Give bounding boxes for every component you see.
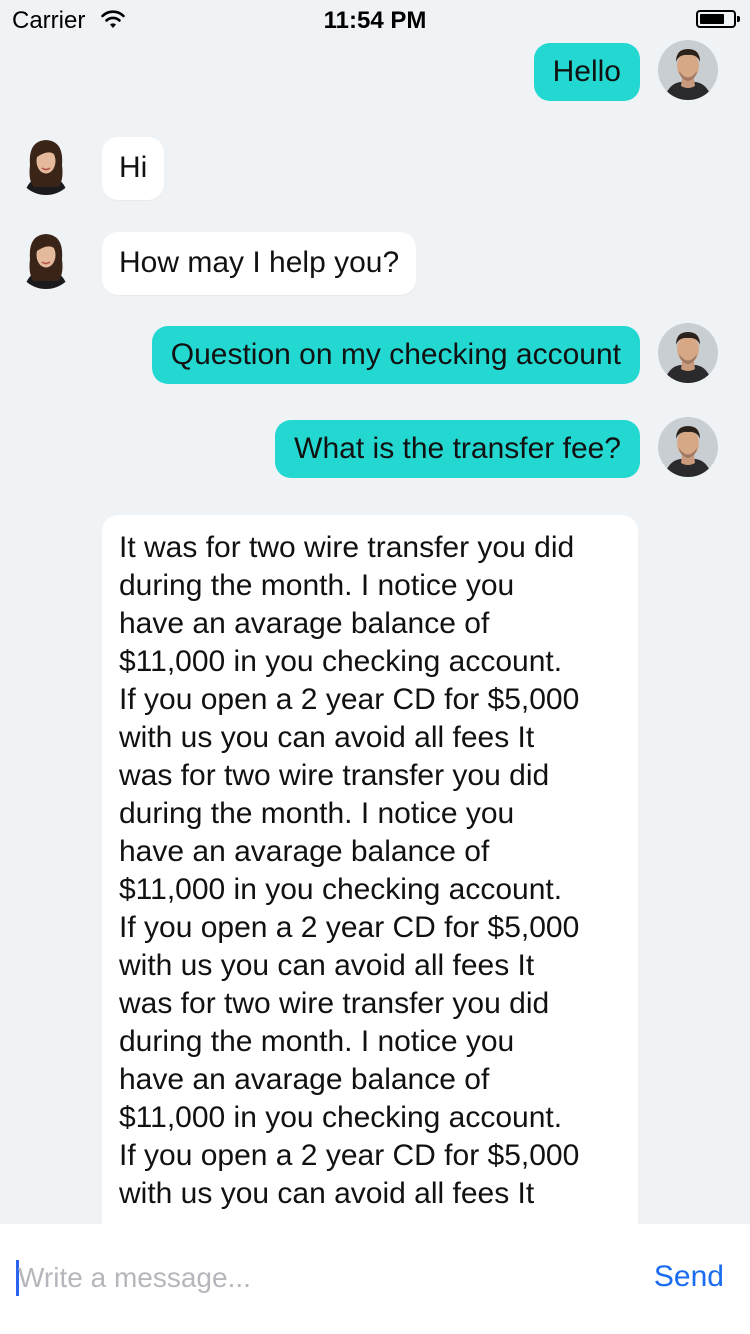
message-line: with us you can avoid all fees It xyxy=(119,1177,535,1210)
message-text: Question on my checking account xyxy=(170,338,621,371)
message-row: It was for two wire transfer you did duri… xyxy=(0,515,750,1224)
message-line: It was for two wire transfer you did xyxy=(119,531,575,564)
message-line: If you open a 2 year CD for $5,000 xyxy=(119,911,580,944)
message-line: If you open a 2 year CD for $5,000 xyxy=(119,683,580,716)
outgoing-message-bubble[interactable]: Question on my checking account xyxy=(151,326,640,384)
message-composer: Send xyxy=(0,1224,750,1334)
message-line: was for two wire transfer you did xyxy=(119,987,550,1020)
incoming-message-bubble[interactable]: How may I help you? xyxy=(102,232,417,295)
message-text: It was for two wire transfer you did duri… xyxy=(119,529,621,1213)
battery-icon xyxy=(696,10,740,28)
message-list[interactable]: Hello Hi How may I help you? Question on… xyxy=(0,40,750,1224)
send-button[interactable]: Send xyxy=(654,1260,724,1294)
agent-avatar[interactable] xyxy=(16,135,76,195)
user-avatar[interactable] xyxy=(658,40,718,100)
incoming-message-bubble[interactable]: Hi xyxy=(102,137,165,200)
clock: 11:54 PM xyxy=(323,7,427,34)
message-input[interactable] xyxy=(18,1256,578,1300)
message-row: Hello xyxy=(0,40,750,110)
message-line: with us you can avoid all fees It xyxy=(119,721,535,754)
outgoing-message-bubble[interactable]: Hello xyxy=(533,43,640,101)
user-avatar[interactable] xyxy=(658,417,718,477)
agent-avatar[interactable] xyxy=(16,229,76,289)
message-line: with us you can avoid all fees It xyxy=(119,949,535,982)
message-line: during the month. I notice you xyxy=(119,797,515,830)
message-text: How may I help you? xyxy=(119,246,400,279)
message-line: If you open a 2 year CD for $5,000 xyxy=(119,1139,580,1172)
message-line: have an avarage balance of xyxy=(119,607,490,640)
message-text: Hello xyxy=(552,55,621,88)
message-text: What is the transfer fee? xyxy=(294,432,621,465)
message-row: Hi xyxy=(0,135,750,205)
message-row: What is the transfer fee? xyxy=(0,417,750,487)
message-line: during the month. I notice you xyxy=(119,1025,515,1058)
user-avatar[interactable] xyxy=(658,323,718,383)
message-line: $11,000 in you checking account. xyxy=(119,1101,563,1134)
message-line: have an avarage balance of xyxy=(119,835,490,868)
message-text: Hi xyxy=(119,151,148,184)
message-line: was for two wire transfer you did xyxy=(119,759,550,792)
message-line: $11,000 in you checking account. xyxy=(119,873,563,906)
outgoing-message-bubble[interactable]: What is the transfer fee? xyxy=(275,420,640,478)
message-line: $11,000 in you checking account. xyxy=(119,645,563,678)
message-row: How may I help you? xyxy=(0,229,750,299)
incoming-message-bubble[interactable]: It was for two wire transfer you did duri… xyxy=(102,515,638,1224)
message-line: during the month. I notice you xyxy=(119,569,515,602)
message-row: Question on my checking account xyxy=(0,323,750,393)
status-bar: Carrier 11:54 PM xyxy=(0,0,750,40)
message-line: have an avarage balance of xyxy=(119,1063,490,1096)
